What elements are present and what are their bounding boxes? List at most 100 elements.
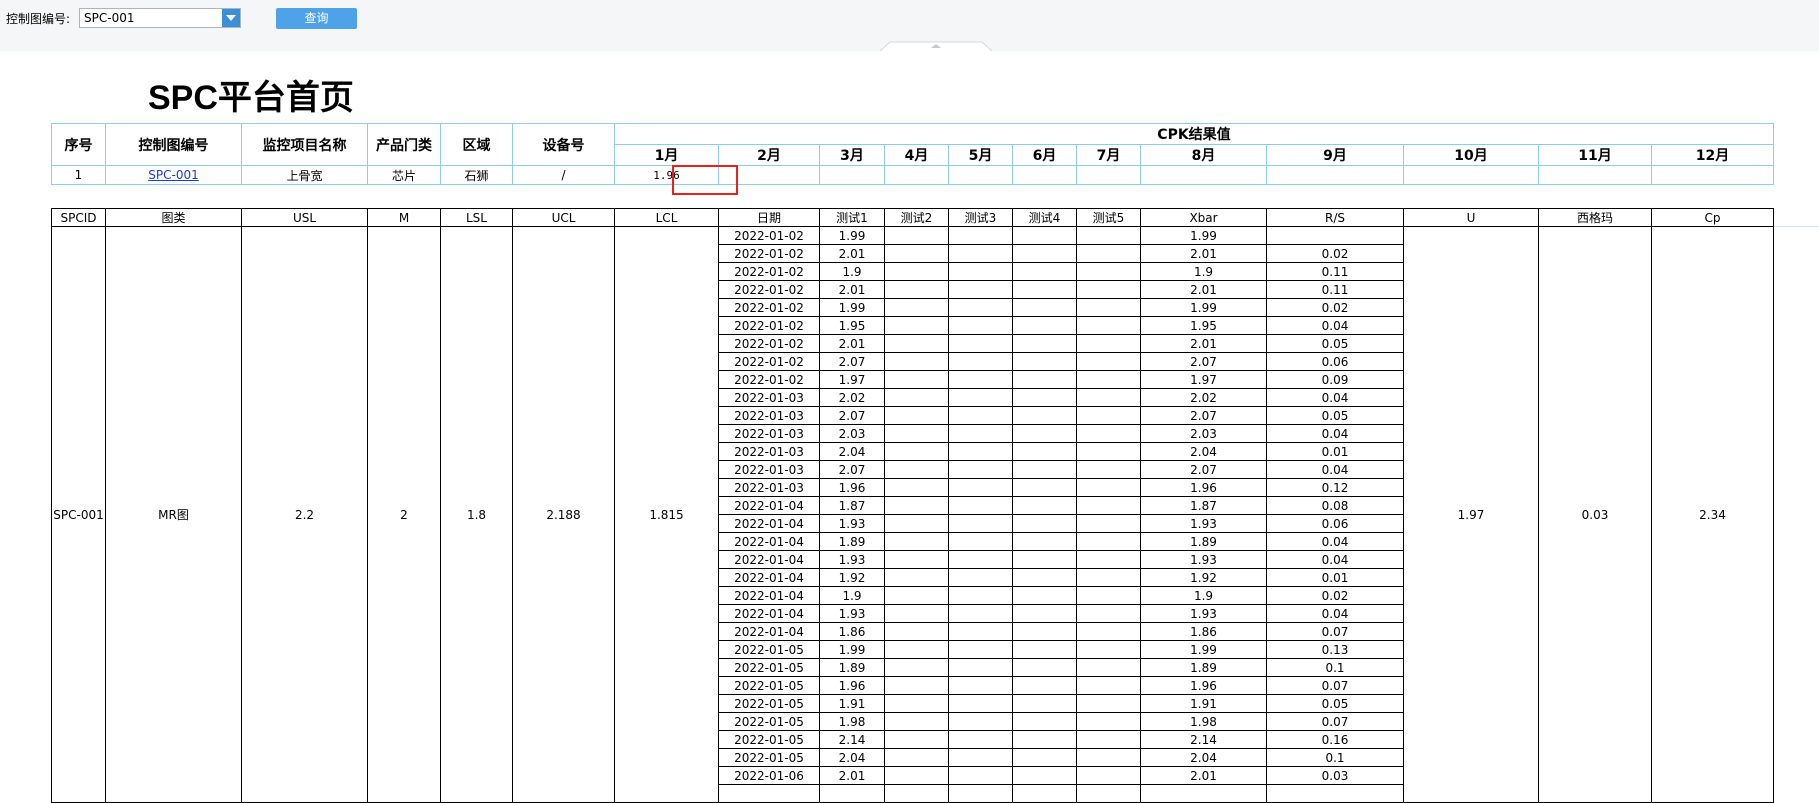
empty-cell bbox=[948, 784, 1013, 803]
test1-cell: 1.95 bbox=[819, 316, 885, 335]
test3-cell bbox=[948, 640, 1013, 659]
test2-cell bbox=[884, 730, 949, 749]
test5-cell bbox=[1076, 604, 1141, 623]
test2-cell bbox=[884, 262, 949, 281]
rs-cell: 0.05 bbox=[1266, 694, 1404, 713]
rs-cell: 0.07 bbox=[1266, 712, 1404, 731]
month-header: 1月 bbox=[614, 144, 719, 166]
test3-cell bbox=[948, 280, 1013, 299]
test3-cell bbox=[948, 334, 1013, 353]
test4-cell bbox=[1012, 280, 1077, 299]
rs-cell: 0.04 bbox=[1266, 604, 1404, 623]
test1-cell: 1.96 bbox=[819, 676, 885, 695]
dropdown-button[interactable] bbox=[222, 9, 240, 27]
rs-cell: 0.03 bbox=[1266, 766, 1404, 785]
query-button[interactable]: 查询 bbox=[276, 8, 357, 29]
date-cell: 2022-01-02 bbox=[718, 280, 820, 299]
test5-cell bbox=[1076, 226, 1141, 245]
test2-cell bbox=[884, 334, 949, 353]
date-cell: 2022-01-02 bbox=[718, 262, 820, 281]
collapse-toolbar-icon[interactable] bbox=[880, 41, 992, 51]
chart-number-select[interactable]: SPC-001 bbox=[79, 8, 241, 28]
test3-cell bbox=[948, 568, 1013, 587]
test3-cell bbox=[948, 712, 1013, 731]
xbar-cell: 2.14 bbox=[1140, 730, 1267, 749]
detail-header-cell: R/S bbox=[1266, 208, 1404, 227]
test3-cell bbox=[948, 550, 1013, 569]
device-cell: / bbox=[512, 165, 615, 185]
test5-cell bbox=[1076, 262, 1141, 281]
item-name-cell: 上骨宽 bbox=[241, 165, 368, 185]
chart-no-cell: SPC-001 bbox=[105, 165, 242, 185]
test4-cell bbox=[1012, 748, 1077, 767]
date-cell: 2022-01-03 bbox=[718, 424, 820, 443]
test2-cell bbox=[884, 694, 949, 713]
xbar-cell: 2.04 bbox=[1140, 748, 1267, 767]
test4-cell bbox=[1012, 676, 1077, 695]
test4-cell bbox=[1012, 730, 1077, 749]
xbar-cell: 1.89 bbox=[1140, 532, 1267, 551]
chart-type-cell: MR图 bbox=[105, 226, 242, 803]
cpk-cell bbox=[1076, 165, 1141, 185]
date-cell: 2022-01-04 bbox=[718, 532, 820, 551]
month-header: 12月 bbox=[1651, 144, 1774, 166]
empty-cell bbox=[1076, 784, 1141, 803]
test5-cell bbox=[1076, 694, 1141, 713]
empty-cell bbox=[718, 784, 820, 803]
area-cell: 石狮 bbox=[440, 165, 513, 185]
test3-cell bbox=[948, 460, 1013, 479]
rs-cell: 0.05 bbox=[1266, 334, 1404, 353]
date-cell: 2022-01-04 bbox=[718, 622, 820, 641]
cpk-cell bbox=[1651, 165, 1774, 185]
detail-header-cell: 测试2 bbox=[884, 208, 949, 227]
test5-cell bbox=[1076, 730, 1141, 749]
test5-cell bbox=[1076, 460, 1141, 479]
test1-cell: 1.96 bbox=[819, 478, 885, 497]
test2-cell bbox=[884, 226, 949, 245]
date-cell: 2022-01-05 bbox=[718, 694, 820, 713]
date-cell: 2022-01-02 bbox=[718, 298, 820, 317]
test3-cell bbox=[948, 748, 1013, 767]
test1-cell: 1.99 bbox=[819, 226, 885, 245]
date-cell: 2022-01-05 bbox=[718, 676, 820, 695]
rs-cell: 0.02 bbox=[1266, 298, 1404, 317]
detail-header-cell: 日期 bbox=[718, 208, 820, 227]
test3-cell bbox=[948, 226, 1013, 245]
test1-cell: 1.91 bbox=[819, 694, 885, 713]
test5-cell bbox=[1076, 424, 1141, 443]
test5-cell bbox=[1076, 748, 1141, 767]
test4-cell bbox=[1012, 568, 1077, 587]
test1-cell: 2.01 bbox=[819, 244, 885, 263]
query-toolbar: 控制图编号: SPC-001 查询 bbox=[0, 0, 1819, 51]
test2-cell bbox=[884, 280, 949, 299]
xbar-cell: 1.98 bbox=[1140, 712, 1267, 731]
xbar-cell: 1.93 bbox=[1140, 514, 1267, 533]
test4-cell bbox=[1012, 298, 1077, 317]
test5-cell bbox=[1076, 712, 1141, 731]
test1-cell: 1.92 bbox=[819, 568, 885, 587]
cpk-cell bbox=[1012, 165, 1077, 185]
test1-cell: 2.14 bbox=[819, 730, 885, 749]
xbar-cell: 1.93 bbox=[1140, 604, 1267, 623]
test1-cell: 2.01 bbox=[819, 280, 885, 299]
rs-cell: 0.01 bbox=[1266, 442, 1404, 461]
test4-cell bbox=[1012, 604, 1077, 623]
xbar-cell: 2.03 bbox=[1140, 424, 1267, 443]
test3-cell bbox=[948, 496, 1013, 515]
test2-cell bbox=[884, 568, 949, 587]
date-cell: 2022-01-05 bbox=[718, 730, 820, 749]
date-cell: 2022-01-04 bbox=[718, 586, 820, 605]
detail-header-cell: U bbox=[1403, 208, 1539, 227]
test5-cell bbox=[1076, 514, 1141, 533]
test3-cell bbox=[948, 370, 1013, 389]
date-cell: 2022-01-02 bbox=[718, 226, 820, 245]
test4-cell bbox=[1012, 532, 1077, 551]
chart-no-link[interactable]: SPC-001 bbox=[148, 168, 198, 182]
xbar-cell: 1.89 bbox=[1140, 658, 1267, 677]
test1-cell: 2.07 bbox=[819, 406, 885, 425]
date-cell: 2022-01-04 bbox=[718, 496, 820, 515]
rs-cell: 0.05 bbox=[1266, 406, 1404, 425]
date-cell: 2022-01-03 bbox=[718, 442, 820, 461]
test3-cell bbox=[948, 604, 1013, 623]
test4-cell bbox=[1012, 460, 1077, 479]
